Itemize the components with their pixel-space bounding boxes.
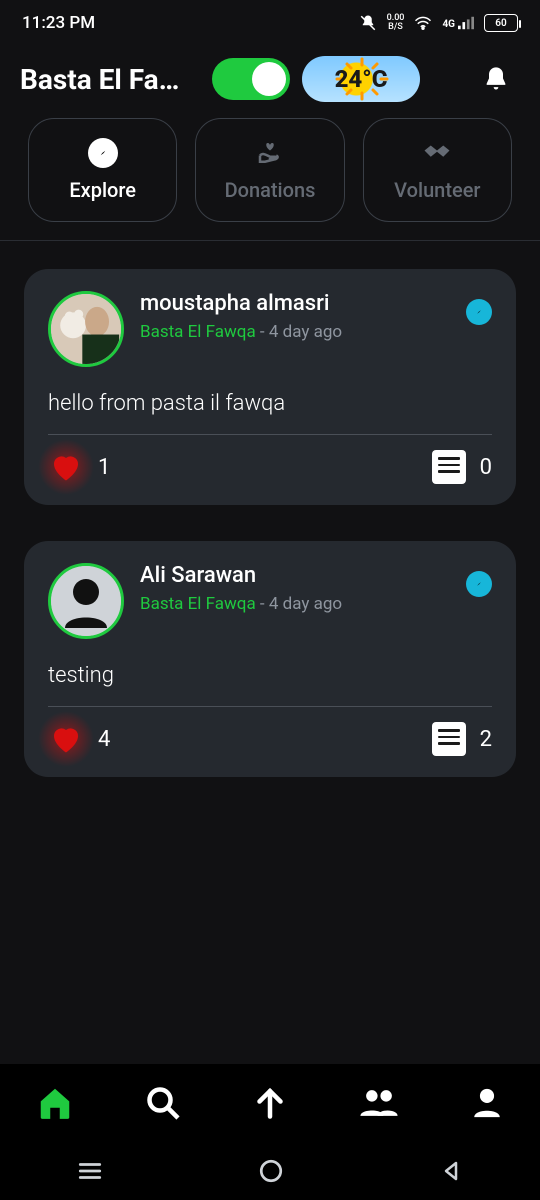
post-author: moustapha almasri (140, 291, 342, 316)
nav-community[interactable] (359, 1085, 399, 1121)
tab-label: Volunteer (394, 178, 480, 202)
nav-home[interactable] (36, 1084, 74, 1122)
like-button[interactable]: 1 (48, 449, 110, 485)
wifi-icon (414, 16, 432, 30)
nav-profile[interactable] (470, 1086, 504, 1120)
avatar[interactable] (48, 563, 124, 639)
status-time: 11:23 PM (22, 13, 95, 33)
post-meta: Basta El Fawqa - 4 day ago (140, 322, 342, 342)
avatar[interactable] (48, 291, 124, 367)
category-tabs: Explore Donations Volunteer (0, 118, 540, 240)
heart-icon (48, 721, 84, 757)
status-bar: 11:23 PM 0.00 B/S 4G 60 (0, 0, 540, 46)
weather-badge[interactable]: 24°C (302, 56, 420, 102)
handshake-icon (422, 138, 452, 168)
battery-level: 60 (495, 18, 506, 29)
battery-icon: 60 (484, 14, 518, 32)
people-icon (359, 1085, 399, 1121)
person-icon (470, 1086, 504, 1120)
post-time: 4 day ago (269, 322, 342, 342)
data-rate-unit: B/S (388, 23, 403, 32)
like-count: 1 (98, 455, 110, 480)
post-meta: Basta El Fawqa - 4 day ago (140, 594, 342, 614)
post-body: testing (48, 663, 492, 688)
weather-value: 24°C (335, 65, 388, 93)
recents-button[interactable] (77, 1160, 103, 1182)
post-body: hello from pasta il fawqa (48, 391, 492, 416)
post-location: Basta El Fawqa (140, 322, 256, 342)
area-toggle[interactable] (212, 58, 290, 100)
like-count: 4 (98, 727, 110, 752)
page-title: Basta El Fa… (20, 63, 200, 96)
tab-donations[interactable]: Donations (195, 118, 344, 222)
home-icon (36, 1084, 74, 1122)
comment-button[interactable]: 2 (432, 722, 492, 756)
comment-icon (432, 450, 466, 484)
status-right: 0.00 B/S 4G 60 (359, 14, 518, 32)
tab-explore[interactable]: Explore (28, 118, 177, 222)
explore-badge-icon (466, 299, 492, 325)
data-rate: 0.00 B/S (387, 14, 405, 32)
signal-icon: 4G (442, 16, 474, 30)
bell-icon[interactable] (482, 65, 510, 93)
post-location: Basta El Fawqa (140, 594, 256, 614)
home-button[interactable] (258, 1158, 284, 1184)
tab-label: Explore (69, 178, 136, 202)
search-icon (145, 1085, 181, 1121)
nav-search[interactable] (145, 1085, 181, 1121)
donation-icon (255, 138, 285, 168)
arrow-up-icon (252, 1085, 288, 1121)
comment-count: 0 (480, 455, 492, 480)
network-label: 4G (442, 19, 455, 30)
comment-count: 2 (480, 727, 492, 752)
divider (48, 434, 492, 435)
back-button[interactable] (439, 1159, 463, 1183)
comment-icon (432, 722, 466, 756)
comment-button[interactable]: 0 (432, 450, 492, 484)
system-nav (0, 1142, 540, 1200)
like-button[interactable]: 4 (48, 721, 110, 757)
post-card[interactable]: moustapha almasri Basta El Fawqa - 4 day… (24, 269, 516, 505)
post-author: Ali Sarawan (140, 563, 342, 588)
feed: moustapha almasri Basta El Fawqa - 4 day… (0, 241, 540, 1064)
bottom-nav (0, 1064, 540, 1142)
divider (48, 706, 492, 707)
heart-icon (48, 449, 84, 485)
post-time: 4 day ago (269, 594, 342, 614)
tab-volunteer[interactable]: Volunteer (363, 118, 512, 222)
post-card[interactable]: Ali Sarawan Basta El Fawqa - 4 day ago t… (24, 541, 516, 777)
compass-icon (88, 138, 118, 168)
tab-label: Donations (225, 178, 316, 202)
app-header: Basta El Fa… 24°C (0, 46, 540, 118)
explore-badge-icon (466, 571, 492, 597)
nav-post[interactable] (252, 1085, 288, 1121)
mute-icon (359, 14, 377, 32)
